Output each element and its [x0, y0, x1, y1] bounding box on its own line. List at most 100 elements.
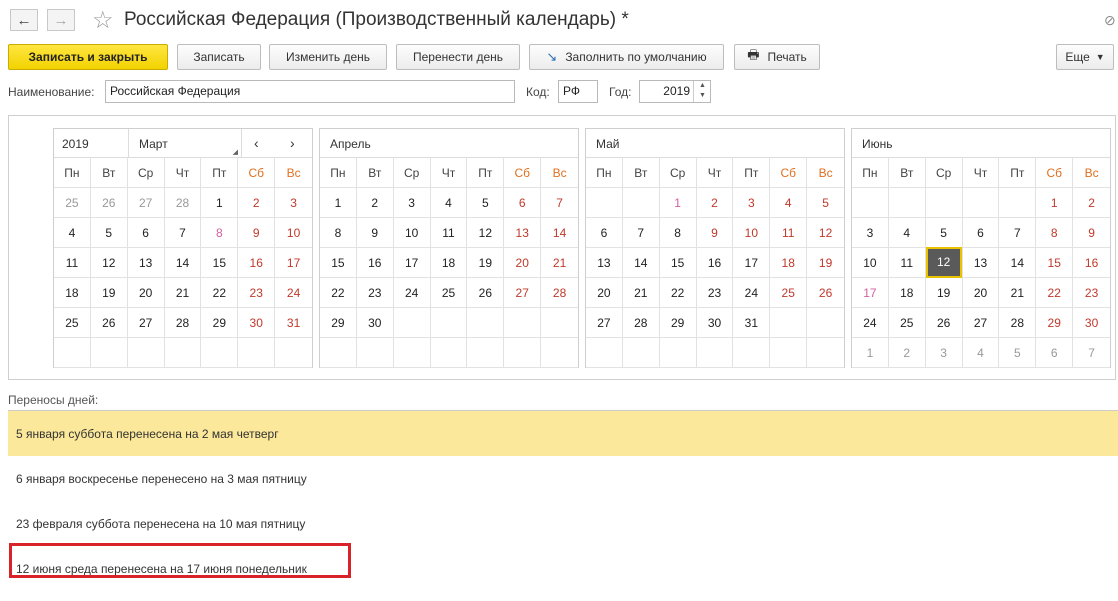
- day-cell[interactable]: 21: [999, 278, 1037, 308]
- change-day-button[interactable]: Изменить день: [269, 44, 387, 70]
- day-cell[interactable]: 12: [467, 218, 505, 248]
- list-item[interactable]: 6 января воскресенье перенесено на 3 мая…: [8, 456, 1118, 501]
- day-cell[interactable]: [541, 308, 578, 338]
- day-cell[interactable]: 14: [622, 248, 660, 278]
- day-cell[interactable]: [622, 338, 660, 368]
- day-cell[interactable]: 23: [696, 278, 734, 308]
- day-cell[interactable]: [393, 338, 431, 368]
- day-cell[interactable]: 24: [852, 308, 889, 338]
- day-cell[interactable]: 7: [541, 188, 578, 218]
- day-cell[interactable]: 1: [201, 188, 239, 218]
- day-cell[interactable]: [356, 338, 394, 368]
- day-cell[interactable]: 13: [962, 248, 1000, 278]
- day-cell[interactable]: 27: [127, 188, 165, 218]
- forward-button[interactable]: →: [47, 9, 75, 31]
- day-cell[interactable]: 3: [275, 188, 312, 218]
- month-selector[interactable]: Март ◢: [128, 129, 242, 157]
- day-cell[interactable]: 31: [275, 308, 312, 338]
- day-cell[interactable]: 20: [962, 278, 1000, 308]
- day-cell[interactable]: 22: [1036, 278, 1074, 308]
- fill-default-button[interactable]: ↘ Заполнить по умолчанию: [529, 44, 724, 70]
- day-cell[interactable]: 4: [888, 218, 926, 248]
- day-cell[interactable]: 15: [320, 248, 357, 278]
- day-cell[interactable]: [430, 338, 468, 368]
- day-cell[interactable]: 30: [696, 308, 734, 338]
- day-cell[interactable]: 27: [127, 308, 165, 338]
- day-cell[interactable]: 5: [90, 218, 128, 248]
- day-cell[interactable]: 4: [54, 218, 91, 248]
- day-cell[interactable]: [888, 188, 926, 218]
- day-cell[interactable]: 3: [733, 188, 771, 218]
- day-cell[interactable]: [659, 338, 697, 368]
- day-cell[interactable]: 8: [659, 218, 697, 248]
- day-cell[interactable]: 18: [888, 278, 926, 308]
- list-item[interactable]: 5 января суббота перенесена на 2 мая чет…: [8, 411, 1118, 456]
- day-cell[interactable]: 25: [54, 188, 91, 218]
- day-cell[interactable]: 5: [925, 218, 963, 248]
- day-cell[interactable]: 22: [659, 278, 697, 308]
- day-cell[interactable]: 19: [925, 278, 963, 308]
- day-cell[interactable]: 11: [430, 218, 468, 248]
- day-cell[interactable]: 19: [807, 248, 844, 278]
- more-button[interactable]: Еще ▼: [1056, 44, 1114, 70]
- day-cell[interactable]: [770, 308, 808, 338]
- day-cell[interactable]: 26: [807, 278, 844, 308]
- day-cell[interactable]: 13: [504, 218, 542, 248]
- day-cell[interactable]: 4: [430, 188, 468, 218]
- day-cell[interactable]: 1: [852, 338, 889, 368]
- day-cell[interactable]: 6: [586, 218, 623, 248]
- day-cell[interactable]: [962, 188, 1000, 218]
- save-and-close-button[interactable]: Записать и закрыть: [8, 44, 168, 70]
- day-cell[interactable]: 30: [1073, 308, 1110, 338]
- day-cell[interactable]: [164, 338, 202, 368]
- back-button[interactable]: ←: [10, 9, 38, 31]
- day-cell[interactable]: 11: [888, 248, 926, 278]
- day-cell[interactable]: 25: [888, 308, 926, 338]
- save-button[interactable]: Записать: [177, 44, 261, 70]
- day-cell[interactable]: 5: [807, 188, 844, 218]
- day-cell[interactable]: 30: [356, 308, 394, 338]
- day-cell[interactable]: 15: [659, 248, 697, 278]
- day-cell[interactable]: 17: [275, 248, 312, 278]
- day-cell[interactable]: [430, 308, 468, 338]
- day-cell[interactable]: 9: [696, 218, 734, 248]
- day-cell[interactable]: 31: [733, 308, 771, 338]
- day-cell[interactable]: [467, 338, 505, 368]
- day-cell[interactable]: 10: [852, 248, 889, 278]
- day-cell[interactable]: 2: [696, 188, 734, 218]
- day-cell[interactable]: 23: [356, 278, 394, 308]
- day-cell[interactable]: 1: [659, 188, 697, 218]
- day-cell[interactable]: 13: [127, 248, 165, 278]
- code-field[interactable]: РФ: [558, 80, 598, 103]
- day-cell[interactable]: 24: [275, 278, 312, 308]
- day-cell[interactable]: [201, 338, 239, 368]
- day-cell[interactable]: 2: [356, 188, 394, 218]
- day-cell[interactable]: 3: [852, 218, 889, 248]
- day-cell[interactable]: [586, 188, 623, 218]
- day-cell[interactable]: [275, 338, 312, 368]
- day-cell[interactable]: [770, 338, 808, 368]
- day-cell[interactable]: 17: [393, 248, 431, 278]
- day-cell[interactable]: [90, 338, 128, 368]
- day-cell[interactable]: [925, 188, 963, 218]
- day-cell[interactable]: 29: [1036, 308, 1074, 338]
- day-cell[interactable]: 10: [733, 218, 771, 248]
- day-cell[interactable]: 13: [586, 248, 623, 278]
- day-cell[interactable]: 27: [962, 308, 1000, 338]
- day-cell[interactable]: 20: [586, 278, 623, 308]
- day-cell[interactable]: 25: [54, 308, 91, 338]
- day-cell[interactable]: 25: [770, 278, 808, 308]
- day-cell[interactable]: 25: [430, 278, 468, 308]
- day-cell[interactable]: 28: [622, 308, 660, 338]
- day-cell[interactable]: 14: [541, 218, 578, 248]
- day-cell[interactable]: 16: [356, 248, 394, 278]
- stepper-down-icon[interactable]: ▼: [694, 91, 711, 101]
- year-stepper[interactable]: ▲ ▼: [693, 81, 711, 102]
- day-cell[interactable]: 6: [504, 188, 542, 218]
- day-cell[interactable]: 28: [164, 188, 202, 218]
- year-selector[interactable]: 2019: [62, 137, 89, 151]
- print-button[interactable]: 🖶 Печать: [734, 44, 820, 70]
- day-cell[interactable]: 21: [541, 248, 578, 278]
- day-cell[interactable]: 9: [1073, 218, 1110, 248]
- day-cell[interactable]: 26: [90, 188, 128, 218]
